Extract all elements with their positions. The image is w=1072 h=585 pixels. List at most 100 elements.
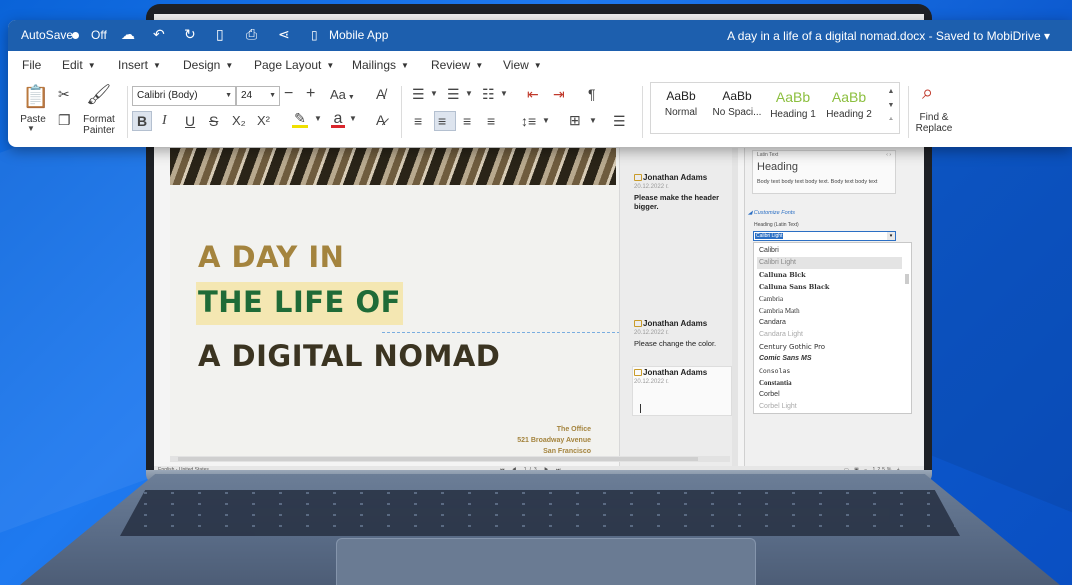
find-replace-button[interactable]: Find & Replace: [908, 112, 960, 134]
chevron-down-icon[interactable]: ▾: [887, 232, 895, 240]
menu-file[interactable]: File: [22, 58, 41, 72]
redo-icon[interactable]: ↻: [184, 26, 196, 43]
clipboard-icon[interactable]: 📋: [22, 84, 49, 110]
chevron-down-icon: ▼: [533, 61, 542, 70]
font-dropdown-list[interactable]: Calibri Calibri Light Calluna Blck Callu…: [753, 242, 912, 414]
style-no-spacing[interactable]: AaBb No Spaci...: [709, 89, 765, 118]
font-option[interactable]: Corbel Light: [757, 401, 902, 413]
font-option[interactable]: Calibri: [757, 245, 902, 257]
menu-page-layout[interactable]: Page Layout ▼: [254, 58, 334, 72]
comment-card[interactable]: Jonathan Adams 20.12.2022 г.: [634, 368, 734, 388]
cut-icon[interactable]: ✂: [58, 86, 70, 103]
subscript-button[interactable]: X₂: [232, 113, 246, 128]
styles-scroll[interactable]: ▲ ▼ ⩡: [885, 85, 897, 131]
share-icon[interactable]: ⋖: [278, 26, 290, 43]
align-center-icon[interactable]: ≡: [438, 113, 446, 129]
font-list-scrollbar[interactable]: [904, 244, 910, 412]
customize-fonts-toggle[interactable]: ◢ Customize Fonts: [748, 210, 795, 216]
font-option[interactable]: Comic Sans MS: [757, 353, 902, 365]
menu-edit[interactable]: Edit ▼: [62, 58, 96, 72]
preview-arrows[interactable]: ‹ ›: [886, 152, 891, 158]
font-option-selected[interactable]: Calibri Light: [757, 257, 902, 269]
autosave-toggle[interactable]: [72, 28, 79, 42]
style-heading-1[interactable]: AaBb Heading 1: [765, 89, 821, 120]
decrease-indent-icon[interactable]: ⇤: [527, 86, 539, 103]
chevron-down-icon: ▼: [345, 94, 355, 101]
numbering-icon[interactable]: ☰: [447, 86, 460, 103]
show-formatting-icon[interactable]: ¶: [588, 86, 596, 102]
style-normal[interactable]: AaBb Normal: [653, 89, 709, 118]
undo-icon[interactable]: ↶: [153, 26, 165, 43]
font-option[interactable]: Cambria: [757, 293, 902, 305]
font-option[interactable]: Constantia: [757, 377, 902, 389]
horizontal-scrollbar[interactable]: [170, 456, 730, 462]
highlight-icon[interactable]: ✎: [292, 110, 308, 128]
menu-insert[interactable]: Insert ▼: [118, 58, 161, 72]
clear-formatting-icon[interactable]: A̸: [376, 86, 385, 102]
decrease-font-icon[interactable]: −: [284, 85, 293, 103]
format-painter-icon[interactable]: 🖌: [86, 82, 111, 107]
chevron-down-icon[interactable]: ▼: [349, 114, 357, 123]
find-replace-icon[interactable]: ⌕: [922, 82, 933, 105]
font-size-select[interactable]: 24 ▼: [236, 86, 280, 106]
strikethrough-button[interactable]: S: [209, 113, 218, 129]
comment-card[interactable]: Jonathan Adams 20.12.2022 г. Please make…: [634, 173, 734, 211]
align-right-icon[interactable]: ≡: [463, 113, 471, 129]
font-name-select[interactable]: Calibri (Body) ▼: [132, 86, 236, 106]
italic-button[interactable]: I: [162, 113, 167, 129]
chevron-down-icon[interactable]: ▼: [542, 116, 550, 125]
change-case-button[interactable]: Aa ▼: [330, 87, 355, 102]
menu-design[interactable]: Design ▼: [183, 58, 233, 72]
comment-card[interactable]: Jonathan Adams 20.12.2022 г. Please chan…: [634, 319, 734, 348]
multilevel-list-icon[interactable]: ☷: [482, 86, 495, 103]
chevron-down-icon[interactable]: ▼: [314, 114, 322, 123]
justify-icon[interactable]: ≡: [487, 113, 495, 129]
chevron-down-icon[interactable]: ▼: [589, 116, 597, 125]
chevron-up-icon[interactable]: ▲: [885, 85, 897, 99]
expand-gallery-icon[interactable]: ⩡: [885, 113, 897, 127]
line-spacing-icon[interactable]: ↕≡: [521, 113, 536, 129]
headline-line-2-highlighted[interactable]: THE LIFE OF: [196, 282, 403, 325]
text-effects-icon[interactable]: A̷: [376, 112, 385, 128]
font-option[interactable]: Century Gothic Pro: [757, 341, 902, 353]
align-left-icon[interactable]: ≡: [414, 113, 422, 129]
style-heading-2[interactable]: AaBb Heading 2: [821, 89, 877, 120]
headline-line-3[interactable]: A DIGITAL NOMAD: [198, 339, 500, 373]
document-title[interactable]: A day in a life of a digital nomad.docx …: [727, 29, 1050, 43]
superscript-button[interactable]: X²: [257, 113, 270, 128]
font-option[interactable]: Calluna Sans Black: [757, 281, 902, 293]
paragraph-settings-icon[interactable]: ☰: [613, 113, 626, 130]
font-option[interactable]: Consolas: [757, 365, 902, 377]
bold-button[interactable]: B: [137, 113, 147, 129]
menu-view[interactable]: View ▼: [503, 58, 542, 72]
menu-mailings[interactable]: Mailings ▼: [352, 58, 409, 72]
increase-indent-icon[interactable]: ⇥: [553, 86, 565, 103]
scroll-thumb[interactable]: [178, 457, 698, 461]
underline-button[interactable]: U: [185, 113, 195, 129]
chevron-down-icon[interactable]: ▼: [885, 99, 897, 113]
format-painter-button[interactable]: Format Painter: [76, 114, 122, 136]
borders-icon[interactable]: ⊞: [569, 112, 581, 129]
increase-font-icon[interactable]: +: [306, 85, 315, 103]
font-option[interactable]: Corbel: [757, 389, 902, 401]
phone-icon[interactable]: ▯: [311, 28, 318, 42]
font-color-icon[interactable]: a: [331, 110, 345, 128]
chevron-down-icon[interactable]: ▼: [465, 89, 473, 98]
new-document-icon[interactable]: ▯: [216, 26, 224, 43]
bullets-icon[interactable]: ☰: [412, 86, 425, 103]
headline-line-1[interactable]: A DAY IN: [198, 240, 344, 274]
font-option[interactable]: Calluna Blck: [757, 269, 902, 281]
print-icon[interactable]: ⎙: [246, 26, 257, 43]
scroll-thumb[interactable]: [905, 274, 909, 284]
font-option[interactable]: Cambria Math: [757, 305, 902, 317]
font-option[interactable]: Candara: [757, 317, 902, 329]
chevron-down-icon[interactable]: ▼: [27, 124, 35, 133]
chevron-down-icon[interactable]: ▼: [430, 89, 438, 98]
cloud-icon[interactable]: ☁: [121, 26, 135, 43]
font-option[interactable]: Candara Light: [757, 329, 902, 341]
menu-review[interactable]: Review ▼: [431, 58, 483, 72]
mobile-app-button[interactable]: Mobile App: [329, 28, 388, 42]
copy-icon[interactable]: ❐: [58, 112, 71, 129]
chevron-down-icon[interactable]: ▼: [500, 89, 508, 98]
heading-font-select[interactable]: Calibri Light ▾: [753, 231, 896, 241]
